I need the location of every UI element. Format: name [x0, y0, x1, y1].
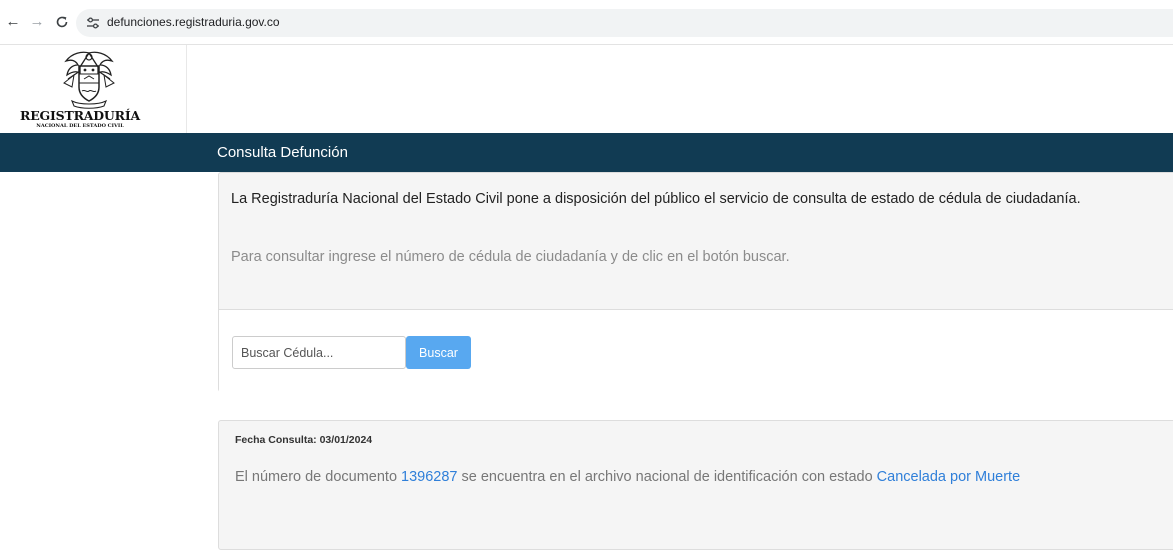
browser-toolbar: ← → defunciones.registraduria.gov.co — [0, 0, 1173, 45]
arrow-right-icon[interactable]: → — [28, 13, 46, 31]
search-button[interactable]: Buscar — [406, 336, 471, 369]
url-text[interactable]: defunciones.registraduria.gov.co — [107, 15, 280, 29]
arrow-left-icon[interactable]: ← — [4, 13, 22, 31]
search-area: Buscar — [219, 310, 1173, 392]
logo-subtitle: NACIONAL DEL ESTADO CIVIL — [36, 123, 124, 129]
search-input[interactable] — [232, 336, 406, 369]
result-message: El número de documento 1396287 se encuen… — [235, 469, 1020, 485]
query-date: Fecha Consulta: 03/01/2024 — [235, 434, 373, 446]
intro-lead: La Registraduría Nacional del Estado Civ… — [231, 191, 1081, 207]
section-header: Consulta Defunción — [0, 133, 1173, 172]
page-title: Consulta Defunción — [217, 144, 348, 161]
tune-icon[interactable] — [86, 16, 100, 30]
logo-title: REGISTRADURÍA — [20, 108, 140, 123]
document-status: Cancelada por Muerte — [876, 469, 1021, 485]
query-panel: La Registraduría Nacional del Estado Civ… — [218, 172, 1173, 392]
result-panel: Fecha Consulta: 03/01/2024 El número de … — [218, 420, 1173, 550]
coat-of-arms-icon — [58, 49, 120, 109]
result-prefix: El número de documento — [235, 469, 402, 485]
logo-area: REGISTRADURÍA NACIONAL DEL ESTADO CIVIL — [0, 45, 187, 133]
address-bar[interactable]: defunciones.registraduria.gov.co — [76, 9, 1173, 37]
reload-icon[interactable] — [53, 13, 71, 31]
intro-instruction: Para consultar ingrese el número de cédu… — [231, 249, 790, 265]
document-number: 1396287 — [401, 469, 458, 485]
result-middle: se encuentra en el archivo nacional de i… — [457, 469, 877, 485]
